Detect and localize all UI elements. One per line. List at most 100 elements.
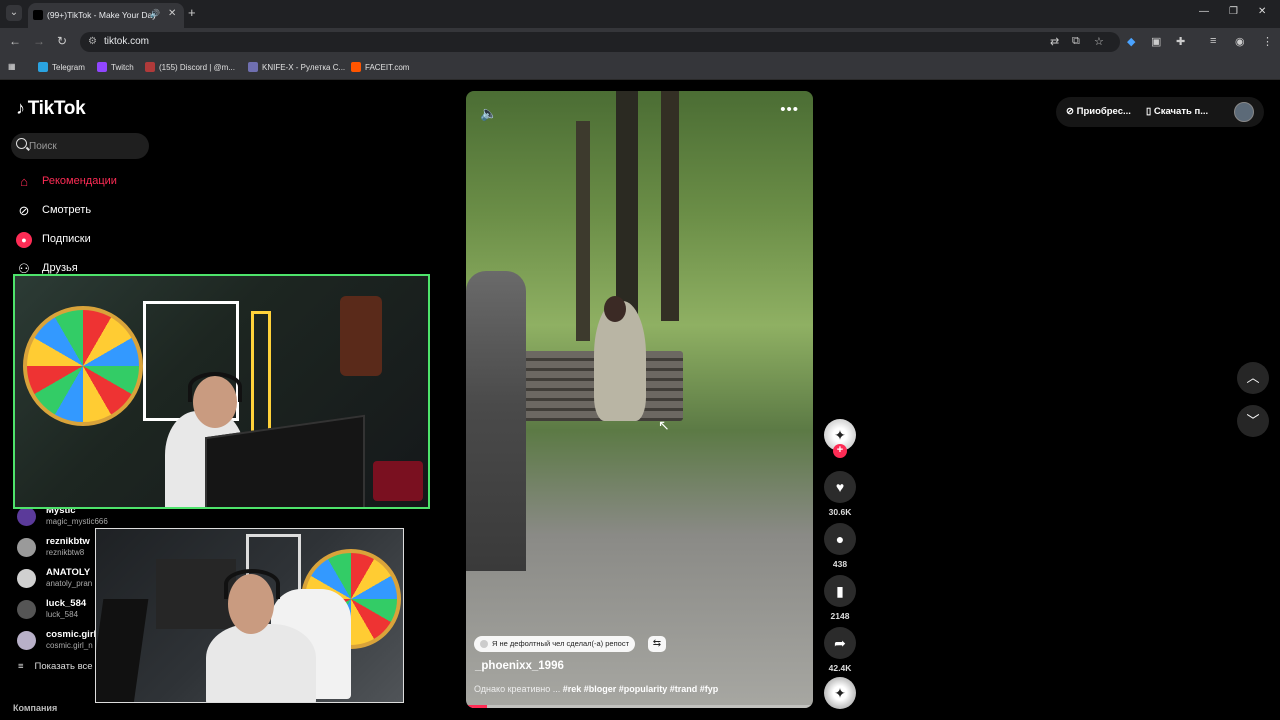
home-icon: ⌂ (20, 174, 28, 189)
video-progress-bar[interactable] (466, 705, 813, 708)
avatar (17, 569, 36, 588)
headset (224, 569, 280, 599)
next-video-button[interactable]: ﹀ (1237, 405, 1269, 437)
save-button[interactable]: ▮ (824, 575, 856, 607)
address-bar[interactable]: ⚙ tiktok.com ⇄ ⧉ ☆ (80, 32, 1120, 52)
reading-list-icon[interactable]: ≡ (1210, 35, 1216, 47)
browser-tab-bar: ⌄ (99+)TikTok - Make Your Day 🔊 ✕ + — ❐ … (0, 0, 1280, 28)
keyboard (373, 461, 423, 501)
nav-item-explore[interactable]: ⊘ Смотреть (16, 200, 216, 222)
coin-icon: ⊘ (1066, 106, 1077, 117)
close-window-button[interactable]: ✕ (1258, 6, 1266, 17)
bookmark-telegram[interactable]: Telegram (38, 62, 85, 72)
get-coins-button[interactable]: ⊘ Приобрес... (1066, 106, 1131, 117)
nav-item-recommendations[interactable]: ⌂ Рекомендации (16, 171, 216, 193)
install-app-icon[interactable]: ⧉ (1072, 35, 1080, 48)
comment-icon: ● (835, 531, 845, 547)
bookmark-icon: ▮ (836, 583, 844, 599)
bookmark-discord[interactable]: (155) Discord | @m... (145, 62, 235, 72)
tree-trunk (576, 121, 590, 341)
volume-icon[interactable]: 🔈 (480, 105, 497, 122)
bookmark-knife-x[interactable]: KNIFE-X - Рулетка С... (248, 62, 345, 72)
streamer (206, 624, 316, 702)
webcam-overlay-main (13, 274, 430, 509)
bookmark-twitch[interactable]: Twitch (97, 62, 134, 72)
profile-icon[interactable]: ◉ (1235, 35, 1245, 48)
follow-plus-icon[interactable]: + (833, 444, 847, 458)
browser-toolbar: ← → ↻ ⚙ tiktok.com ⇄ ⧉ ☆ ◆ ▣ ✚ ≡ ◉ ⋮ (0, 28, 1280, 56)
new-tab-button[interactable]: + (188, 5, 196, 20)
extensions-puzzle-icon[interactable]: ✚ (1176, 35, 1185, 48)
menu-kebab-icon[interactable]: ⋮ (1262, 35, 1273, 48)
download-app-button[interactable]: ▯ Скачать п... (1146, 106, 1208, 117)
comment-count: 438 (832, 559, 848, 569)
search-icon (16, 138, 27, 149)
more-options-icon[interactable]: ••• (780, 101, 799, 118)
extension-2-icon[interactable]: ▣ (1151, 35, 1161, 48)
tab-close-icon[interactable]: ✕ (168, 8, 176, 19)
share-count: 42.4K (828, 663, 852, 673)
show-all-button[interactable]: ≡ Показать все (18, 661, 93, 672)
bookmark-star-icon[interactable]: ☆ (1094, 35, 1104, 48)
previous-video-button[interactable]: ︿ (1237, 362, 1269, 394)
compass-icon: ⊘ (18, 203, 30, 218)
forward-button[interactable]: → (33, 34, 45, 48)
back-button[interactable]: ← (9, 34, 21, 48)
headset (188, 372, 242, 402)
share-arrow-icon: ➦ (834, 635, 846, 651)
url-text: tiktok.com (104, 36, 150, 47)
avatar (17, 507, 36, 526)
hashtags[interactable]: #rek #bloger #popularity #trand #fyp (563, 684, 719, 694)
search-box[interactable] (11, 133, 149, 159)
following-icon: ● (16, 232, 32, 248)
tab-title: (99+)TikTok - Make Your Day (47, 10, 157, 20)
monitor (96, 599, 149, 702)
heart-icon: ♥ (835, 479, 845, 495)
browser-tab-tiktok[interactable]: (99+)TikTok - Make Your Day 🔊 ✕ (28, 3, 184, 28)
avatar (17, 538, 36, 557)
restore-button[interactable]: ❐ (1229, 6, 1238, 17)
share-button[interactable]: ➦ (824, 627, 856, 659)
apps-grid-icon[interactable]: ▦ (8, 62, 16, 71)
avatar (17, 600, 36, 619)
repost-badge[interactable]: Я не дефолтный чел сделал(-а) репост (474, 636, 636, 652)
comment-button[interactable]: ● (824, 523, 856, 555)
tiktok-page: ♪TikTok ⌂ Рекомендации ⊘ Смотреть ● Подп… (0, 80, 1280, 720)
bookmark-faceit[interactable]: FACEIT.com (351, 62, 409, 72)
extension-icon[interactable]: ◆ (1127, 35, 1135, 48)
list-icon: ≡ (18, 661, 24, 672)
music-disc[interactable]: ✦ (824, 677, 856, 709)
site-info-icon[interactable]: ⚙ (88, 36, 97, 47)
translate-icon[interactable]: ⇄ (1050, 35, 1059, 48)
top-actions-pill: ⊘ Приобрес... ▯ Скачать п... (1056, 97, 1264, 127)
footer-company-link[interactable]: Компания (13, 703, 57, 713)
repost-icon[interactable]: ⇆ (648, 636, 666, 652)
search-input[interactable] (29, 138, 144, 154)
woman-head (604, 296, 626, 322)
like-count: 30.6K (828, 507, 852, 517)
tiktok-favicon-icon (33, 10, 43, 20)
tab-search-button[interactable]: ⌄ (6, 5, 22, 21)
video-author[interactable]: _phoenixx_1996 (475, 660, 564, 672)
tiktok-note-icon: ♪ (16, 98, 25, 118)
minimize-button[interactable]: — (1199, 6, 1209, 17)
save-count: 2148 (830, 611, 850, 621)
prize-wheel (23, 306, 143, 426)
webcam-overlay-secondary (95, 528, 404, 703)
phone-icon: ▯ (1146, 106, 1154, 117)
profile-avatar[interactable] (1234, 102, 1254, 122)
man-standing (466, 271, 526, 571)
bookmarks-bar: ▦ Telegram Twitch (155) Discord | @m... … (0, 56, 1280, 80)
tab-audio-icon[interactable]: 🔊 (150, 9, 160, 18)
like-button[interactable]: ♥ (824, 471, 856, 503)
tree-trunk (661, 91, 679, 321)
video-caption: Однако креативно ... #rek #bloger #popul… (474, 684, 719, 694)
reload-button[interactable]: ↻ (57, 34, 67, 48)
avatar (17, 631, 36, 650)
mouse-cursor-icon: ↖ (658, 417, 670, 433)
video-action-bar: ✦ + ♥ 30.6K ● 438 ▮ 2148 ➦ 42.4K ✦ (822, 80, 858, 720)
video-player[interactable]: 🔈 ••• Я не дефолтный чел сделал(-а) репо… (466, 91, 813, 708)
video-progress-fill (466, 705, 487, 708)
nav-item-following[interactable]: ● Подписки (16, 229, 216, 251)
tiktok-logo[interactable]: ♪ TikTok (16, 98, 86, 120)
